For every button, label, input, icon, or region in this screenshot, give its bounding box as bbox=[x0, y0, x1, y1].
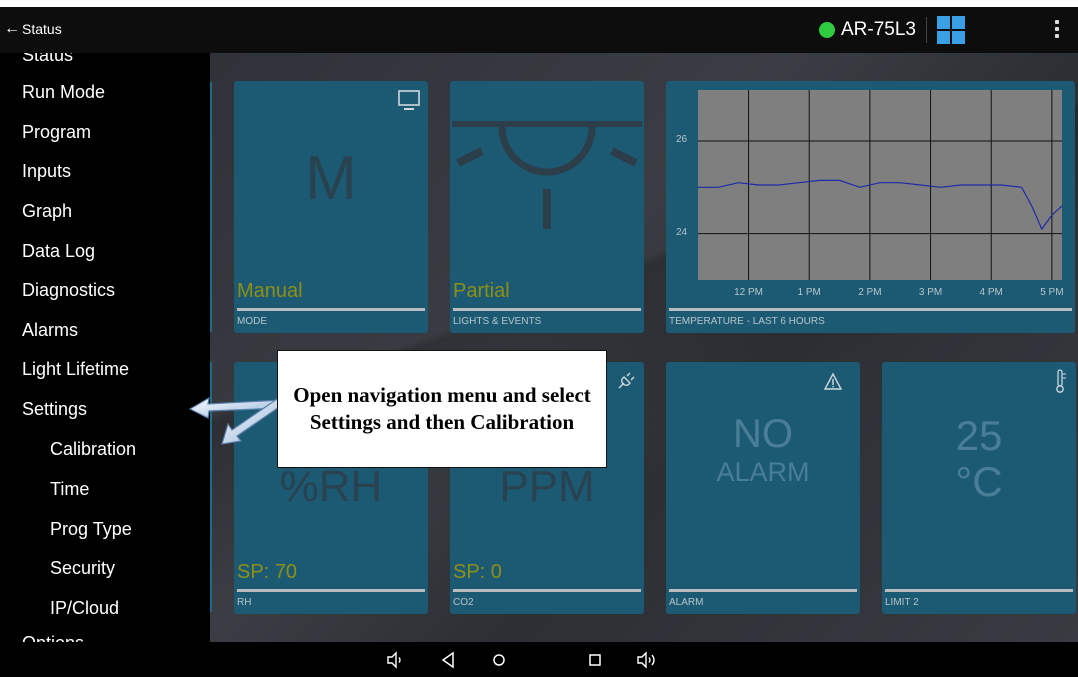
recents-icon[interactable] bbox=[587, 651, 603, 669]
screen: ← Status AR-75L3 M Manual MODE Partial L… bbox=[0, 0, 1078, 677]
back-icon[interactable] bbox=[440, 651, 456, 669]
system-nav-bar bbox=[0, 642, 1078, 677]
volume-up-icon[interactable] bbox=[636, 651, 658, 669]
home-icon[interactable] bbox=[490, 651, 508, 669]
instruction-callout: Open navigation menu and select Settings… bbox=[277, 350, 607, 468]
volume-down-icon[interactable] bbox=[386, 651, 404, 669]
callout-arrows bbox=[188, 396, 286, 445]
